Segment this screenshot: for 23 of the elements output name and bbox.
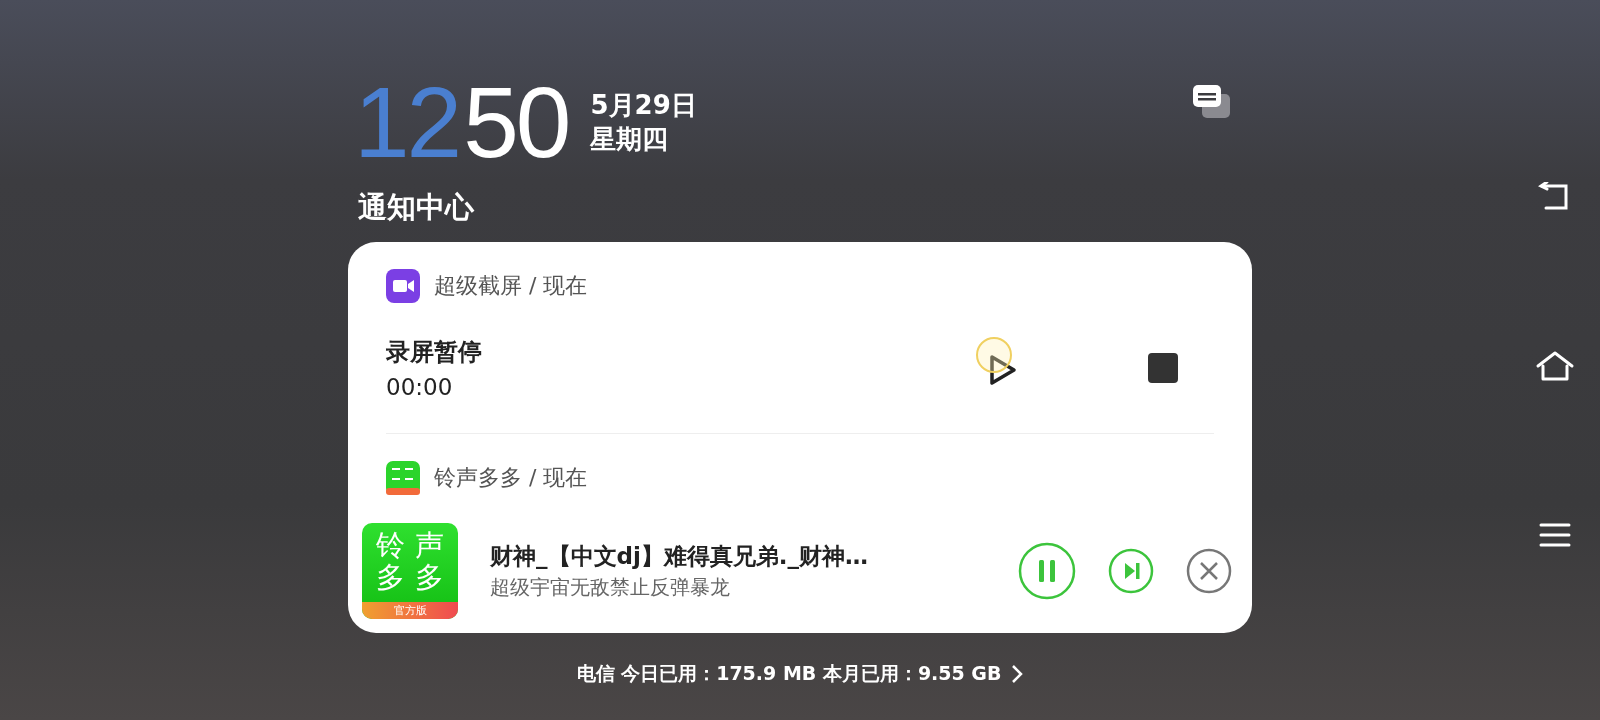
recording-timer: 00:00: [386, 374, 454, 400]
data-usage-text[interactable]: 电信 今日已用：175.9 MB 本月已用：9.55 GB: [576, 661, 1002, 687]
chevron-right-icon[interactable]: [1011, 664, 1024, 684]
menu-icon[interactable]: [1539, 522, 1571, 548]
date-text: 5月29日: [590, 89, 697, 122]
close-icon[interactable]: [1186, 548, 1232, 594]
video-camera-icon: [386, 269, 420, 303]
cover-text: 铃声: [376, 529, 454, 561]
clock-minute: 50: [463, 72, 569, 172]
app-icon: [386, 461, 420, 495]
recording-status: 录屏暂停: [386, 337, 483, 368]
notification-manage-icon[interactable]: [1192, 84, 1232, 120]
weekday-text: 星期四: [590, 123, 670, 156]
cover-text: 多多: [376, 561, 454, 593]
touch-indicator-icon: [975, 336, 1013, 374]
app-name: 超级截屏 / 现在: [434, 272, 588, 300]
cover-badge: 官方版: [362, 602, 458, 619]
clock-hour: 12: [354, 72, 460, 172]
home-icon[interactable]: [1535, 350, 1575, 382]
song-artist: 超级宇宙无敌禁止反弹暴龙: [490, 574, 731, 601]
song-title: 财神_【中文dj】难得真兄弟._财神…: [490, 542, 870, 571]
app-name: 铃声多多 / 现在: [434, 464, 588, 492]
notification-center-title: 通知中心: [358, 189, 475, 226]
